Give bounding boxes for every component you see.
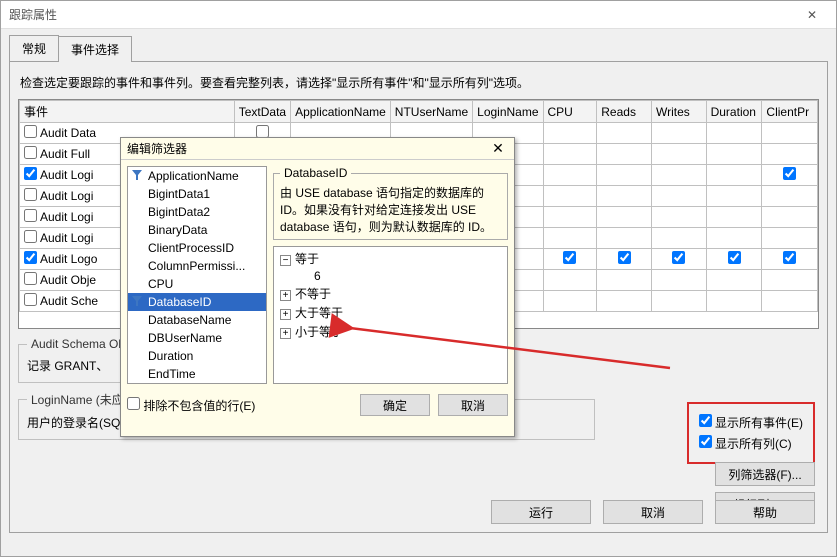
event-checkbox[interactable] bbox=[24, 188, 37, 201]
cell-checkbox[interactable] bbox=[672, 251, 685, 264]
filter-ok-button[interactable]: 确定 bbox=[360, 394, 430, 416]
col-writes[interactable]: Writes bbox=[651, 101, 706, 123]
event-checkbox[interactable] bbox=[24, 230, 37, 243]
cell-checkbox[interactable] bbox=[783, 167, 796, 180]
filter-list-item[interactable]: DBUserName bbox=[128, 329, 266, 347]
show-all-columns-checkbox[interactable] bbox=[699, 435, 712, 448]
instruction-text: 检查选定要跟踪的事件和事件列。要查看完整列表，请选择"显示所有事件"和"显示所有… bbox=[20, 74, 817, 91]
tree-collapse-icon[interactable]: − bbox=[280, 255, 291, 266]
filter-list-item[interactable]: CPU bbox=[128, 275, 266, 293]
event-checkbox[interactable] bbox=[24, 272, 37, 285]
tab-events[interactable]: 事件选择 bbox=[58, 36, 132, 62]
cell-checkbox[interactable] bbox=[618, 251, 631, 264]
filter-close-icon[interactable]: ✕ bbox=[488, 140, 508, 157]
filter-tree[interactable]: −等于 6 +不等于 +大于等于 +小于等于 bbox=[273, 246, 508, 384]
filter-list-item[interactable]: BigintData2 bbox=[128, 203, 266, 221]
col-login[interactable]: LoginName bbox=[473, 101, 543, 123]
filter-list-item[interactable]: BigintData1 bbox=[128, 185, 266, 203]
exclude-null-rows[interactable]: 排除不包含值的行(E) bbox=[127, 397, 352, 414]
filter-list-item[interactable]: ClientProcessID bbox=[128, 239, 266, 257]
show-all-events-checkbox[interactable] bbox=[699, 414, 712, 427]
tree-expand-icon[interactable]: + bbox=[280, 328, 291, 339]
col-reads[interactable]: Reads bbox=[597, 101, 652, 123]
event-checkbox[interactable] bbox=[24, 167, 37, 180]
run-button[interactable]: 运行 bbox=[491, 500, 591, 524]
col-ntuser[interactable]: NTUserName bbox=[390, 101, 472, 123]
event-checkbox[interactable] bbox=[24, 251, 37, 264]
filter-list-item[interactable]: DatabaseName bbox=[128, 311, 266, 329]
show-all-events[interactable]: 显示所有事件(E) bbox=[699, 414, 803, 431]
filter-list-item[interactable]: Duration bbox=[128, 347, 266, 365]
window-title: 跟踪属性 bbox=[9, 6, 796, 23]
filter-desc-fieldset: DatabaseID 由 USE database 语句指定的数据库的 ID。如… bbox=[273, 166, 508, 240]
filter-desc-text: 由 USE database 语句指定的数据库的 ID。如果没有针对给定连接发出… bbox=[280, 184, 501, 235]
cell-checkbox[interactable] bbox=[563, 251, 576, 264]
filter-desc-legend: DatabaseID bbox=[280, 166, 351, 180]
help-button[interactable]: 帮助 bbox=[715, 500, 815, 524]
filter-column-list[interactable]: ApplicationNameBigintData1BigintData2Bin… bbox=[127, 166, 267, 384]
col-event[interactable]: 事件 bbox=[20, 101, 235, 123]
event-checkbox[interactable] bbox=[24, 293, 37, 306]
exclude-null-checkbox[interactable] bbox=[127, 397, 140, 410]
event-checkbox[interactable] bbox=[24, 209, 37, 222]
column-filter-button[interactable]: 列筛选器(F)... bbox=[715, 462, 815, 486]
col-appname[interactable]: ApplicationName bbox=[291, 101, 391, 123]
tree-expand-icon[interactable]: + bbox=[280, 290, 291, 301]
filter-list-item[interactable]: ApplicationName bbox=[128, 167, 266, 185]
col-duration[interactable]: Duration bbox=[706, 101, 762, 123]
col-textdata[interactable]: TextData bbox=[234, 101, 290, 123]
filter-list-item[interactable]: Error bbox=[128, 383, 266, 384]
close-icon[interactable]: ✕ bbox=[796, 5, 828, 25]
filter-dialog-title: 编辑筛选器 bbox=[127, 140, 488, 157]
cell-checkbox[interactable] bbox=[783, 251, 796, 264]
cell-checkbox[interactable] bbox=[728, 251, 741, 264]
filter-list-item[interactable]: DatabaseID bbox=[128, 293, 266, 311]
filter-list-item[interactable]: BinaryData bbox=[128, 221, 266, 239]
cancel-button[interactable]: 取消 bbox=[603, 500, 703, 524]
filter-list-item[interactable]: EndTime bbox=[128, 365, 266, 383]
filter-cancel-button[interactable]: 取消 bbox=[438, 394, 508, 416]
tree-expand-icon[interactable]: + bbox=[280, 309, 291, 320]
tab-general[interactable]: 常规 bbox=[9, 35, 59, 61]
filter-list-item[interactable]: ColumnPermissi... bbox=[128, 257, 266, 275]
col-clientpr[interactable]: ClientPr bbox=[762, 101, 818, 123]
show-all-columns[interactable]: 显示所有列(C) bbox=[699, 435, 803, 452]
filter-value[interactable]: 6 bbox=[276, 268, 505, 284]
event-checkbox[interactable] bbox=[24, 125, 37, 138]
event-checkbox[interactable] bbox=[24, 146, 37, 159]
col-cpu[interactable]: CPU bbox=[543, 101, 597, 123]
